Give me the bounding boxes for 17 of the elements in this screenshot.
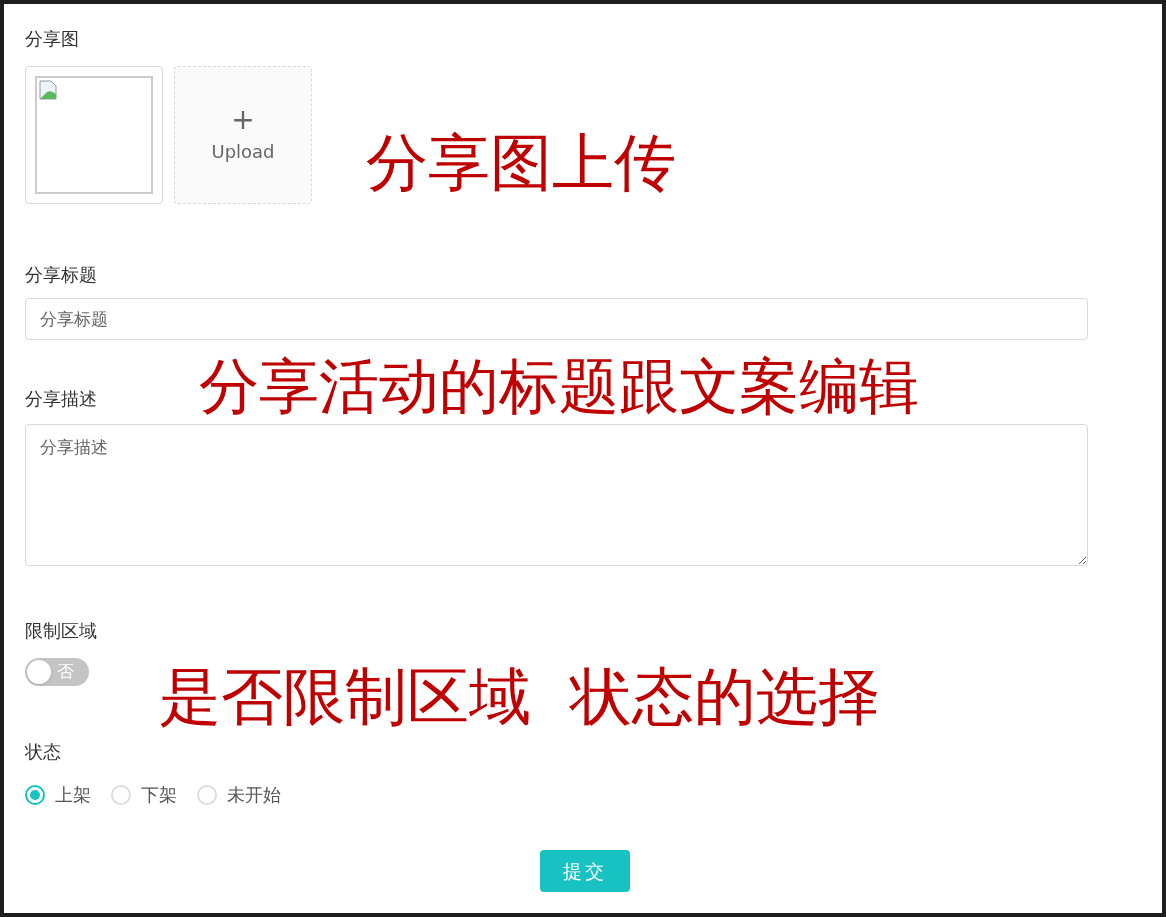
broken-image-icon <box>39 80 57 100</box>
title-input[interactable]: 分享标题 <box>25 298 1088 340</box>
field-label: 分享描述 <box>25 390 97 408</box>
annotation-text: 分享图上传 <box>366 132 676 194</box>
annotation-text: 是否限制区域 状态的选择 <box>159 666 881 728</box>
plus-icon: + <box>231 105 255 134</box>
radio-option[interactable]: 未开始 <box>197 781 281 808</box>
radio-option[interactable]: 上架 <box>25 781 91 808</box>
annotation-text: 分享活动的标题跟文案编辑 <box>199 356 919 416</box>
field-label: 状态 <box>25 743 61 761</box>
description-textarea[interactable]: 分享描述 <box>25 424 1088 566</box>
field-label: 分享标题 <box>25 266 97 284</box>
upload-label: Upload <box>211 139 275 164</box>
radio-option[interactable]: 下架 <box>111 781 177 808</box>
upload-button[interactable]: + Upload <box>174 66 312 204</box>
field-label: 限制区域 <box>25 622 97 640</box>
field-label: 分享图 <box>25 30 79 48</box>
